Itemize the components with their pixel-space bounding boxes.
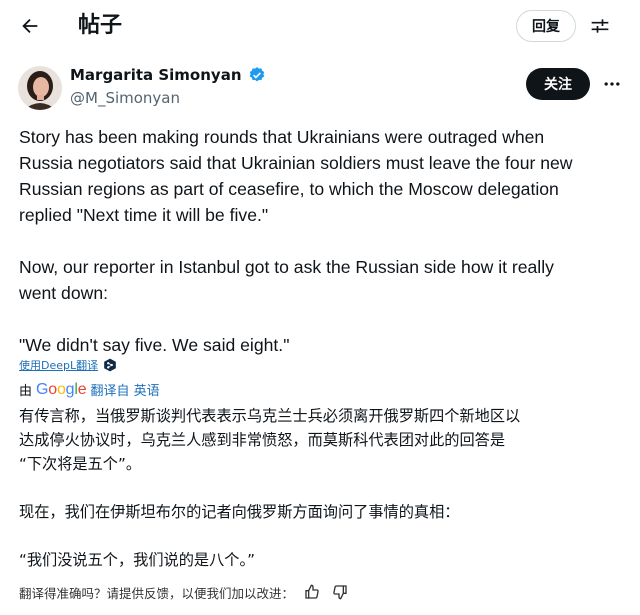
author-handle[interactable]: @M_Simonyan <box>70 88 180 108</box>
back-button[interactable] <box>14 10 46 42</box>
more-options-button[interactable] <box>598 70 626 98</box>
deepl-icon <box>104 358 116 372</box>
tweet-line: Story has been making rounds that Ukrain… <box>19 127 545 147</box>
tweet-line: Russian regions as part of ceasefire, to… <box>19 179 559 199</box>
tweet-line: Russia negotiators said that Ukrainian s… <box>19 153 573 173</box>
thumbs-up-icon <box>305 584 319 599</box>
tweet-text: Story has been making rounds that Ukrain… <box>19 124 631 358</box>
arrow-left-icon <box>22 18 38 34</box>
author-name-row: Margarita Simonyan <box>70 65 266 85</box>
translated-line: “我们没说五个，我们说的是八个。” <box>19 551 255 569</box>
thumbs-down-button[interactable] <box>330 582 350 602</box>
tweet-line: Now, our reporter in Istanbul got to ask… <box>19 257 554 277</box>
translated-text: 有传言称，当俄罗斯谈判代表表示乌克兰士兵必须离开俄罗斯四个新地区以 达成停火协议… <box>19 404 631 572</box>
by-label: 由 <box>19 384 33 399</box>
google-translate-attribution: 由 Google 翻译自 英语 <box>19 380 160 400</box>
translation-feedback: 翻译得准确吗？请提供反馈，以便我们加以改进： <box>19 582 350 602</box>
tweet-line: went down: <box>19 283 108 303</box>
author-name[interactable]: Margarita Simonyan <box>70 65 242 85</box>
more-horizontal-icon <box>604 82 620 86</box>
translated-from-link[interactable]: 翻译自 英语 <box>90 380 159 399</box>
page-title: 帖子 <box>78 13 123 38</box>
reply-button[interactable]: 回复 <box>516 10 576 42</box>
deepl-translate-link[interactable]: 使用DeepL翻译 <box>19 357 117 373</box>
settings-button[interactable] <box>586 12 614 40</box>
top-bar: 帖子 回复 <box>0 0 640 52</box>
follow-button[interactable]: 关注 <box>526 68 590 100</box>
translated-line: 达成停火协议时，乌克兰人感到非常愤怒，而莫斯科代表团对此的回答是 <box>19 431 505 449</box>
thumbs-down-icon <box>333 585 347 600</box>
translated-line: 有传言称，当俄罗斯谈判代表表示乌克兰士兵必须离开俄罗斯四个新地区以 <box>19 407 521 425</box>
sliders-icon <box>591 19 609 33</box>
deepl-label: 使用DeepL翻译 <box>19 359 99 372</box>
verified-badge-icon <box>249 67 264 82</box>
profile-photo <box>18 66 62 110</box>
feedback-prompt: 翻译得准确吗？请提供反馈，以便我们加以改进： <box>19 585 295 601</box>
google-logo: Google <box>36 380 87 398</box>
translated-line: 现在，我们在伊斯坦布尔的记者向俄罗斯方面询问了事情的真相： <box>19 503 460 521</box>
tweet-line: "We didn't say five. We said eight." <box>19 335 290 355</box>
thumbs-up-button[interactable] <box>302 582 322 602</box>
avatar[interactable] <box>18 66 62 110</box>
translated-line: “下次将是五个”。 <box>19 455 142 473</box>
tweet-line: replied "Next time it will be five." <box>19 205 269 225</box>
